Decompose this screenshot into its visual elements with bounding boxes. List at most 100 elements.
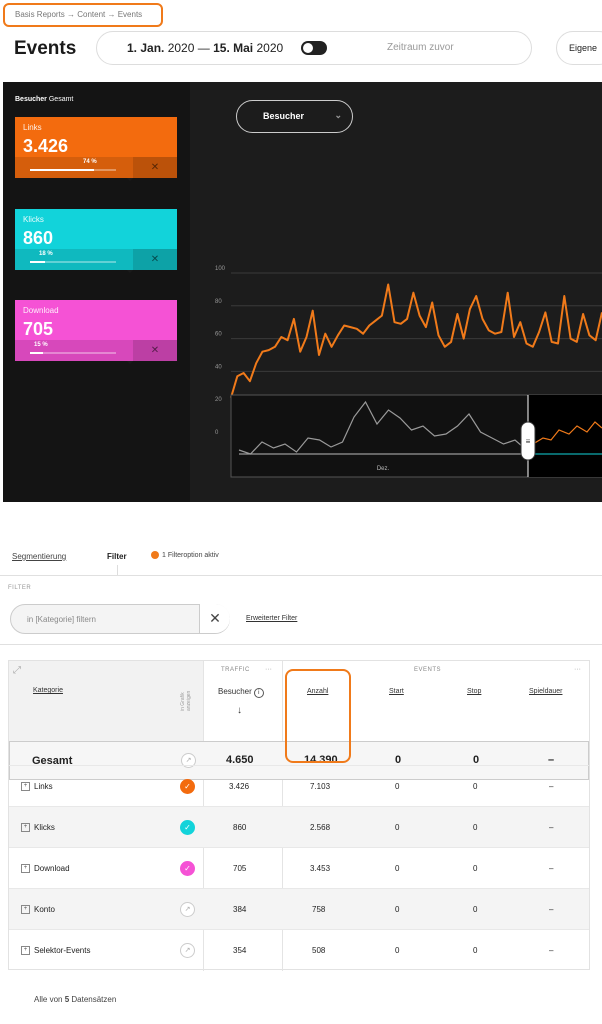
highlight-box (285, 669, 351, 763)
date-range-text[interactable]: 1. Jan. 2020 — 15. Mai 2020 (127, 41, 283, 55)
column-besucher-label: Besucher (218, 687, 252, 696)
page-title: Events (14, 38, 77, 59)
filter-caption: FILTER (8, 585, 32, 591)
group-events: EVENTS (414, 667, 442, 673)
series-line (230, 283, 602, 398)
cell-spieldauer: – (549, 864, 554, 873)
check-icon[interactable]: ✓ (180, 861, 195, 876)
cell-anzahl: 2.568 (310, 823, 331, 832)
cell-anzahl: 508 (312, 946, 326, 955)
table-row[interactable]: + Download ✓ 705 3.453 0 0 – (9, 847, 589, 889)
clear-filter-button[interactable]: ✕ (199, 604, 230, 633)
cell-besucher: 860 (233, 823, 247, 832)
record-count: Alle von 5 Datensätzen (34, 995, 116, 1004)
row-label: + Konto (21, 905, 55, 915)
compare-toggle[interactable] (301, 41, 327, 55)
cell-anzahl: 758 (312, 905, 326, 914)
compare-period-label: Zeitraum zuvor (387, 42, 454, 53)
metric-select-label: Besucher (263, 111, 305, 121)
info-icon[interactable]: i (253, 688, 264, 698)
cell-spieldauer: – (549, 946, 554, 955)
expand-row-icon[interactable]: + (21, 823, 30, 833)
expand-row-icon[interactable]: + (21, 782, 30, 792)
row-label-text: Konto (34, 905, 55, 914)
sort-desc-icon[interactable]: ↓ (237, 705, 242, 716)
check-icon[interactable]: ✓ (180, 779, 195, 794)
expand-icon[interactable]: ⤢ (13, 665, 21, 676)
metric-select[interactable]: Besucher ⌄ (236, 100, 353, 133)
y-tick-label: 80 (215, 299, 222, 305)
cell-spieldauer: – (549, 782, 554, 791)
tab-filter[interactable]: Filter (107, 552, 127, 561)
column-start[interactable]: Start (389, 688, 404, 695)
cell-spieldauer: – (549, 823, 554, 832)
cell-besucher: 3.426 (229, 782, 250, 791)
category-filter-input[interactable]: in [Kategorie] filtern ✕ (10, 604, 230, 634)
row-label: + Selektor-Events (21, 946, 91, 956)
advanced-filter-link[interactable]: Erweiterter Filter (246, 615, 297, 622)
row-label-text: Klicks (34, 823, 55, 832)
record-count-prefix: Alle von (34, 995, 65, 1004)
cell-start: 0 (395, 823, 400, 832)
custom-range-button[interactable]: Eigene (556, 31, 602, 65)
cell-besucher: 354 (233, 946, 247, 955)
table-row[interactable]: + Konto ↗ 384 758 0 0 – (9, 888, 589, 930)
date-range-picker[interactable]: 1. Jan. 2020 — 15. Mai 2020 Zeitraum zuv… (96, 31, 532, 65)
trend-icon[interactable]: ↗ (180, 902, 195, 917)
trend-icon[interactable]: ↗ (180, 943, 195, 958)
cell-stop: 0 (473, 864, 478, 873)
more-icon[interactable]: ··· (265, 666, 272, 673)
row-label-text: Download (34, 864, 70, 873)
cell-stop: 0 (473, 782, 478, 791)
cell-start: 0 (395, 946, 400, 955)
more-icon[interactable]: ··· (574, 666, 581, 673)
breadcrumb[interactable]: Basis Reports → Content → Events (3, 3, 163, 27)
cell-start: 0 (395, 864, 400, 873)
y-tick-label: 0 (215, 430, 219, 436)
drag-handle-icon: ≡ (526, 437, 531, 446)
column-kategorie[interactable]: Kategorie (33, 687, 63, 694)
y-tick-label: 20 (215, 397, 222, 403)
date-to-year: 2020 (256, 41, 284, 55)
column-besucher[interactable]: Besucher i (218, 687, 264, 698)
y-tick-label: 60 (215, 332, 222, 338)
column-spieldauer[interactable]: Spieldauer (529, 688, 562, 695)
tab-indicator (117, 565, 118, 575)
filter-active-dot (151, 551, 159, 559)
navigator-label: Dez. (377, 466, 390, 472)
group-traffic: TRAFFIC (221, 667, 250, 673)
row-label: + Links (21, 782, 53, 792)
date-to: 15. Mai (213, 41, 254, 55)
y-tick-label: 100 (215, 266, 226, 272)
row-label-text: Links (34, 782, 53, 791)
table-row[interactable]: + Links ✓ 3.426 7.103 0 0 – (9, 765, 589, 807)
expand-row-icon[interactable]: + (21, 905, 30, 915)
data-table: ⤢ Kategorie in Grafik anzeigen TRAFFIC ·… (8, 660, 590, 971)
row-label: + Klicks (21, 823, 55, 833)
column-stop[interactable]: Stop (467, 688, 481, 695)
cell-stop: 0 (473, 946, 478, 955)
date-from: 1. Jan. (127, 41, 165, 55)
active-filter-count: 1 Filteroption aktiv (162, 552, 219, 559)
date-dash: — (197, 41, 210, 55)
filter-placeholder: in [Kategorie] filtern (27, 615, 96, 624)
cell-stop: 0 (473, 823, 478, 832)
row-label: + Download (21, 864, 70, 874)
y-tick-label: 40 (215, 364, 222, 370)
tab-segmentierung[interactable]: Segmentierung (12, 552, 66, 561)
cell-start: 0 (395, 782, 400, 791)
navigator-selection[interactable] (528, 395, 602, 477)
table-row[interactable]: + Klicks ✓ 860 2.568 0 0 – (9, 806, 589, 848)
cell-spieldauer: – (549, 905, 554, 914)
expand-row-icon[interactable]: + (21, 946, 30, 956)
table-row[interactable]: + Selektor-Events ↗ 354 508 0 0 – (9, 929, 589, 971)
check-icon[interactable]: ✓ (180, 820, 195, 835)
line-chart: 0204060801005. Jan.12. Jan.19. Jan.26. J… (215, 266, 602, 478)
cell-start: 0 (395, 905, 400, 914)
expand-row-icon[interactable]: + (21, 864, 30, 874)
record-count-suffix: Datensätzen (69, 995, 117, 1004)
cell-anzahl: 7.103 (310, 782, 331, 791)
chart-panel: Besucher Gesamt Links 3.426 74 % ✕ Klick… (3, 82, 602, 502)
cell-besucher: 384 (233, 905, 247, 914)
row-label-text: Selektor-Events (34, 946, 91, 955)
